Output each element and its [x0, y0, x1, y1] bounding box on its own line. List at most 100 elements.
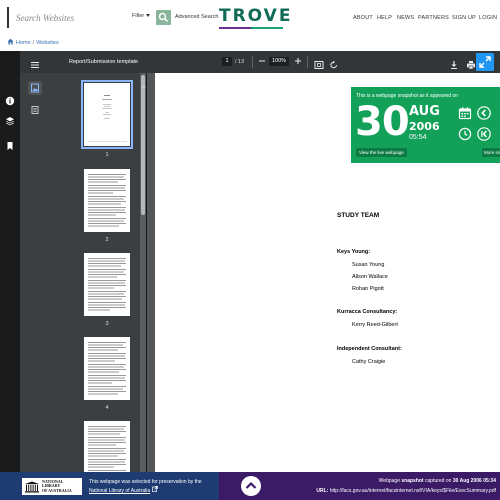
thumbnail-pane: 1 2 3 4: [20, 73, 146, 472]
breadcrumb-home[interactable]: Home: [16, 40, 31, 46]
bookmark-icon: [7, 142, 13, 150]
team-member: Rohan Pigott: [352, 286, 384, 292]
page-thumbnail[interactable]: [84, 253, 130, 316]
first-snapshot-button[interactable]: [477, 127, 491, 141]
preservation-note: This webpage was selected for preservati…: [89, 478, 215, 495]
trove-logo[interactable]: TROVE: [219, 8, 292, 25]
collapse-footer-button[interactable]: [241, 476, 261, 496]
team-member: Alison Wallace: [352, 274, 388, 280]
nav-login[interactable]: LOGIN: [479, 15, 497, 21]
filter-label: Filter: [132, 13, 145, 19]
page-preview: [88, 342, 126, 395]
logo-underline: [219, 27, 283, 29]
layers-button[interactable]: [5, 113, 15, 126]
zoom-out-button[interactable]: [258, 56, 266, 68]
zoom-input[interactable]: 100%: [269, 57, 289, 66]
view-live-webpage-button[interactable]: View the live webpage: [356, 148, 407, 157]
more-snapshots-button[interactable]: More sn: [482, 148, 500, 157]
image-thumbnail-icon: [31, 83, 39, 93]
nav-help[interactable]: HELP: [377, 15, 392, 21]
outline-tab[interactable]: [28, 103, 42, 117]
thumbnails-tab[interactable]: [28, 81, 42, 95]
page-thumbnail[interactable]: [84, 337, 130, 400]
breadcrumb: Home / Websites: [7, 38, 59, 46]
fit-page-button[interactable]: [314, 57, 324, 69]
breadcrumb-websites[interactable]: Websites: [36, 40, 59, 46]
print-icon: [467, 61, 475, 70]
team-member: Susan Young: [352, 262, 385, 268]
doc-heading: STUDY TEAM: [337, 212, 380, 219]
fullscreen-button[interactable]: [476, 53, 494, 71]
document-title: Report/Submission template: [69, 59, 139, 65]
snapshot-url: URL: http://facs.gov.au/internet/facsint…: [316, 488, 496, 494]
external-link-icon: [151, 486, 158, 492]
calendar-button[interactable]: [458, 106, 472, 120]
nla-logo-text: NATIONAL LIBRARY OF AUSTRALIA: [42, 479, 72, 493]
team-member: Kerry Reed-Gilbert: [352, 322, 398, 328]
nav-partners[interactable]: PARTNERS: [418, 15, 449, 21]
rotate-button[interactable]: [329, 57, 339, 69]
section-title: Kurracca Consultancy:: [337, 309, 398, 315]
list-icon: [31, 106, 39, 114]
info-icon: [5, 96, 15, 106]
toolbar-divider: [307, 56, 308, 68]
bookmark-button[interactable]: [5, 138, 15, 150]
snapshot-banner: This is a webpage snapshot as it appeare…: [351, 87, 500, 163]
advanced-search-link[interactable]: Advanced Search: [175, 14, 218, 20]
nav-news[interactable]: NEWS: [397, 15, 414, 21]
skip-previous-icon: [477, 127, 491, 141]
snapshot-month: AUG: [409, 104, 440, 119]
page-thumbnail[interactable]: [84, 421, 130, 472]
clock-icon: [458, 127, 472, 141]
history-button[interactable]: [458, 127, 472, 141]
thumbnail-label: 4: [105, 405, 109, 411]
snapshot-day: 30: [355, 99, 410, 145]
info-button[interactable]: [5, 93, 15, 106]
search-icon: [158, 12, 169, 23]
thumbnail-list: 1 2 3 4: [64, 73, 134, 472]
nla-logo[interactable]: NATIONAL LIBRARY OF AUSTRALIA: [22, 478, 82, 495]
chevron-up-icon: [245, 481, 257, 489]
filter-dropdown[interactable]: Filter: [132, 13, 151, 19]
scroll-down-arrow[interactable]: [141, 464, 146, 476]
minus-icon: [259, 60, 265, 62]
nla-building-icon: [25, 481, 39, 493]
thumbnail-scrollbar[interactable]: [140, 73, 146, 472]
page-thumbnail[interactable]: [84, 169, 130, 232]
page-preview: [87, 95, 127, 142]
layers-icon: [6, 117, 14, 126]
nav-sign-up[interactable]: SIGN UP: [452, 15, 476, 21]
left-rail: [0, 51, 20, 472]
page-number-input[interactable]: 1: [222, 57, 232, 66]
nav-about[interactable]: ABOUT: [353, 15, 373, 21]
snapshot-time: 05:54: [409, 134, 427, 141]
sidebar-toggle-button[interactable]: [30, 57, 40, 68]
search-button[interactable]: [156, 10, 171, 25]
page-thumbnail[interactable]: [81, 80, 133, 149]
page-preview: [88, 258, 126, 311]
download-icon: [451, 61, 457, 69]
note-text: This webpage was selected for preservati…: [89, 479, 202, 485]
zoom-in-button[interactable]: [294, 56, 302, 68]
page-preview: [88, 426, 126, 471]
chevron-left-icon: [477, 106, 491, 120]
pane-tabs: [20, 73, 50, 472]
download-button[interactable]: [449, 57, 459, 69]
thumbnail-label: 3: [105, 321, 109, 327]
previous-snapshot-button[interactable]: [477, 106, 491, 120]
snapshot-capture-info: Webpage snapshot captured on 30 Aug 2006…: [378, 478, 496, 484]
snapshot-url-value[interactable]: http://facs.gov.au/internet/facsinternet…: [330, 488, 496, 494]
print-button[interactable]: [466, 57, 476, 70]
page-preview: [88, 174, 126, 227]
toolbar-divider: [252, 56, 253, 68]
scrollbar-thumb[interactable]: [141, 75, 145, 215]
snapshot-year: 2006: [409, 120, 440, 133]
search-input[interactable]: [16, 10, 128, 25]
plus-icon: [295, 58, 301, 64]
thumbnail-label: 2: [105, 237, 109, 243]
footer-left-panel: NATIONAL LIBRARY OF AUSTRALIA This webpa…: [0, 472, 219, 500]
scroll-up-arrow[interactable]: [141, 76, 146, 88]
nla-link[interactable]: National Library of Australia: [89, 488, 150, 494]
section-title: Keys Young:: [337, 249, 371, 255]
page-total: / 13: [235, 59, 245, 65]
